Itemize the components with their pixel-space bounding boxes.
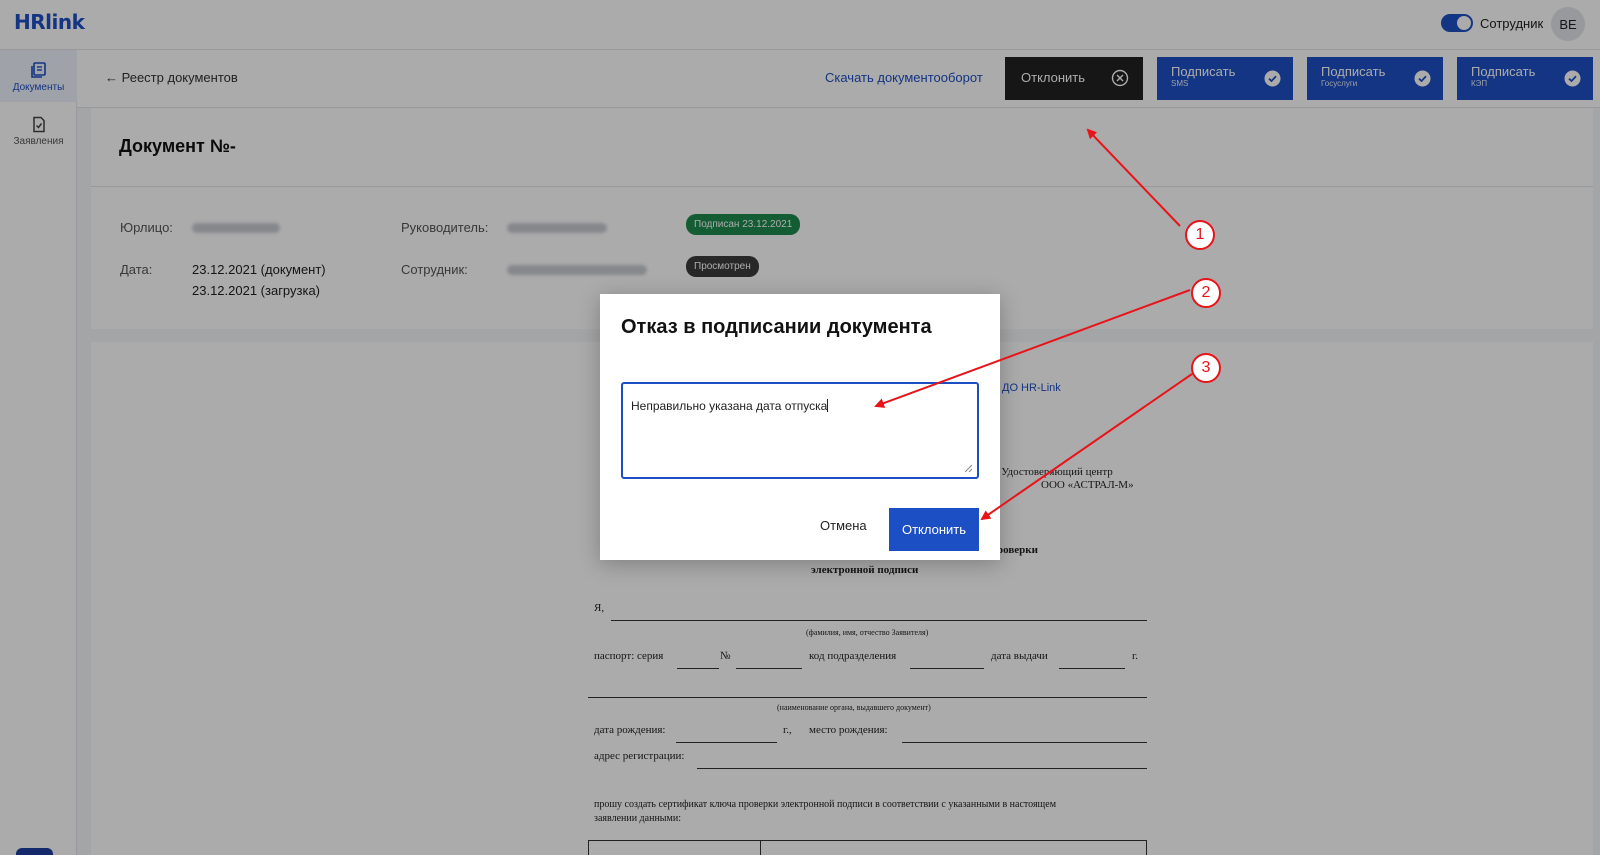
annotation-number-3: 3 [1201, 359, 1211, 376]
annotation-number-2: 2 [1201, 284, 1211, 301]
annotation-arrow-2 [874, 278, 1221, 408]
annotation-layer [874, 128, 1221, 521]
annotation-arrow-3 [980, 353, 1221, 521]
annotation-number-1: 1 [1195, 226, 1205, 243]
